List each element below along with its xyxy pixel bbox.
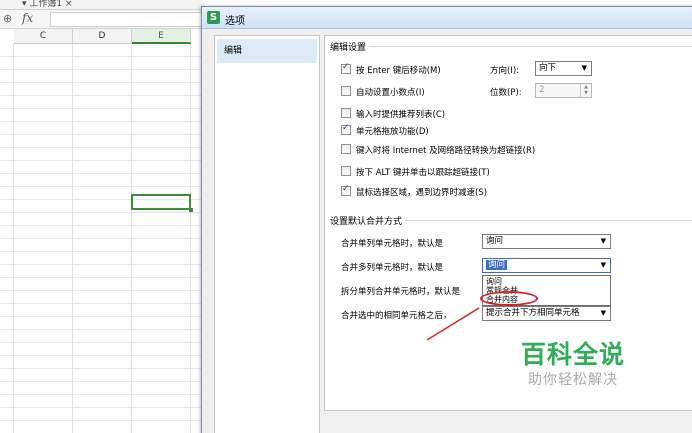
merge-single-col-label: 合并单列单元格时，默认是 <box>341 239 444 249</box>
active-cell[interactable] <box>131 194 193 212</box>
annotation-arrow <box>426 307 480 341</box>
workbook-tab[interactable]: ▾ 工作簿1 × <box>22 0 73 9</box>
nav-item-edit[interactable]: 编辑 <box>217 39 317 63</box>
formula-bar: ⊕ fx <box>0 10 205 29</box>
cell-grid[interactable] <box>0 44 205 433</box>
merge-same-cells-select[interactable]: 提示合并下方相同单元格 ▼ <box>482 306 611 321</box>
option-slow-at-border[interactable]: 鼠标选择区域，遇到边界时减速(S) <box>341 184 487 199</box>
direction-select[interactable]: 向下 ▼ <box>535 61 592 76</box>
digits-stepper[interactable]: 2 ▲ ▼ <box>535 83 592 98</box>
options-nav-panel: 编辑 <box>214 35 320 433</box>
merge-multi-col-select[interactable]: 询问 ▼ <box>482 258 611 273</box>
chevron-down-icon: ▼ <box>600 261 606 269</box>
edit-settings-title: 编辑设置 <box>330 40 370 53</box>
merge-multi-col-label: 合并多列单元格时，默认是 <box>341 263 444 273</box>
column-header-c[interactable]: C <box>14 29 73 44</box>
stepper-arrows-icon[interactable]: ▲ ▼ <box>580 84 591 97</box>
digits-label: 位数(P): <box>490 88 522 98</box>
merge-settings-title: 设置默认合并方式 <box>330 214 406 227</box>
option-drag-drop[interactable]: 单元格拖放功能(D) <box>341 123 429 138</box>
checkbox-auto-decimal[interactable] <box>341 86 351 96</box>
group-divider <box>331 46 692 47</box>
dialog-title: 选项 <box>225 16 245 27</box>
option-alt-click-hyperlink[interactable]: 按下 ALT 键并单击以跟踪超链接(T) <box>341 166 490 179</box>
dialog-titlebar[interactable]: S 选项 <box>202 7 692 29</box>
checkbox-autocomplete-list[interactable] <box>341 108 351 118</box>
option-auto-decimal[interactable]: 自动设置小数点(I) <box>341 86 425 99</box>
wps-s-icon: S <box>207 11 220 24</box>
chevron-down-icon: ▼ <box>600 237 606 245</box>
option-auto-hyperlink[interactable]: 键入时将 Internet 及网络路径转换为超链接(R) <box>341 144 535 157</box>
chevron-down-icon: ▼ <box>600 309 606 317</box>
split-single-col-label: 拆分单列合并单元格时，默认是 <box>341 287 461 297</box>
option-autocomplete-list[interactable]: 输入时提供推荐列表(C) <box>341 108 445 121</box>
direction-label: 方向(I): <box>490 66 520 76</box>
checkbox-alt-click-hyperlink[interactable] <box>341 166 351 176</box>
watermark-subtitle: 助你轻松解决 <box>528 372 618 388</box>
checkbox-drag-drop[interactable] <box>341 123 351 135</box>
watermark: 百科全说 助你轻松解决 <box>498 340 648 390</box>
dropdown-option-ask[interactable]: 询问 <box>483 277 610 286</box>
checkbox-slow-at-border[interactable] <box>341 184 351 196</box>
checkbox-move-after-enter[interactable] <box>341 62 351 74</box>
magnifier-icon[interactable]: ⊕ <box>3 12 12 25</box>
chevron-down-icon: ▼ <box>581 64 587 72</box>
column-header-e[interactable]: E <box>132 29 191 44</box>
column-header-d[interactable]: D <box>73 29 132 44</box>
option-move-after-enter[interactable]: 按 Enter 键后移动(M) <box>341 62 441 77</box>
checkbox-auto-hyperlink[interactable] <box>341 144 351 154</box>
merge-single-col-select[interactable]: 询问 ▼ <box>482 234 611 249</box>
highlight-ellipse <box>480 291 538 306</box>
formula-input[interactable] <box>50 12 205 27</box>
watermark-title: 百科全说 <box>520 340 625 369</box>
fx-icon[interactable]: fx <box>22 11 33 25</box>
sheet-tab-strip: ▾ 工作簿1 × <box>0 0 205 10</box>
